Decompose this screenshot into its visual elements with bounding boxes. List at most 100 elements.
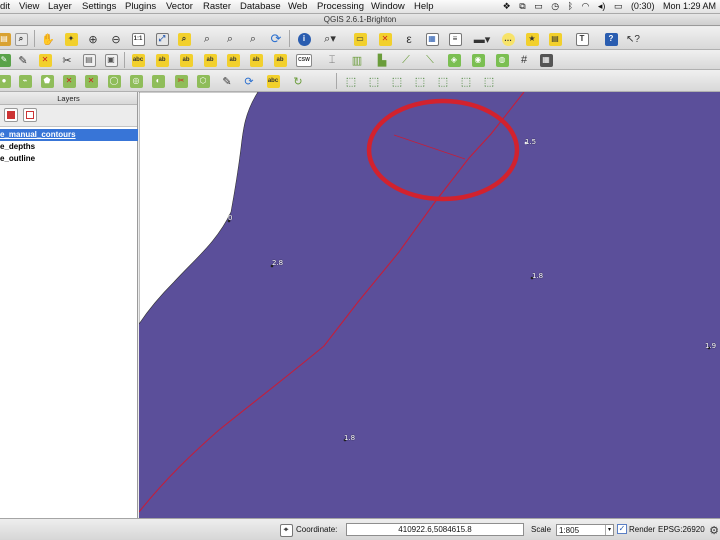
label-highlight-icon[interactable]: ab [178,52,194,68]
offset-curve-icon[interactable]: ⬚ [481,73,497,89]
merge-icon[interactable]: ⟍ [422,52,438,68]
label-rotate-icon[interactable]: ab [225,52,241,68]
render-checkbox[interactable]: ✓ [617,524,627,534]
identify-icon[interactable]: i [296,31,312,47]
help-contents-icon[interactable]: ? [603,31,619,47]
crs-status[interactable]: EPSG:26920 [658,525,705,534]
menu-window[interactable]: Window [371,1,405,12]
profile-tool-icon[interactable]: ▥ [349,52,365,68]
menu-vector[interactable]: Vector [166,1,193,12]
menu-edit[interactable]: dit [0,1,10,12]
field-calculator-icon[interactable]: ε [401,31,417,47]
crs-gear-icon[interactable]: ⚙ [706,522,720,538]
edit-pencil-icon[interactable]: ✎ [219,73,235,89]
measure-icon[interactable]: ▬▾ [474,31,491,47]
menu-processing[interactable]: Processing [317,1,364,12]
rotate-point-icon[interactable]: ↻ [290,73,306,89]
cut-features-icon[interactable]: ✂ [59,52,75,68]
split-line-icon[interactable]: ⟋ [398,52,414,68]
menu-raster[interactable]: Raster [203,1,231,12]
paste-features-icon[interactable]: ▣ [103,52,119,68]
rotate-feature-icon[interactable]: ⟳ [241,73,257,89]
capture-line-icon[interactable]: ⌁ [17,73,33,89]
coordinate-field[interactable]: 410922.6,5084615.8 [346,523,524,536]
zoom-last-icon[interactable]: ⌕ [222,31,238,47]
chevron-down-icon[interactable]: ▾ [605,525,613,535]
zoom-full-icon[interactable]: ⤢ [154,31,170,47]
label-change-icon[interactable]: ab [248,52,264,68]
display-icon[interactable]: ▭ [534,1,543,11]
menu-help[interactable]: Help [414,1,434,12]
delete-selected-icon[interactable]: ✕ [37,52,53,68]
label-show-hide-icon[interactable]: ab [272,52,288,68]
statistics-icon[interactable]: ≡ [447,31,463,47]
reverse-icon[interactable]: ◍ [494,52,510,68]
trace-icon[interactable]: ⬚ [458,73,474,89]
time-machine-icon[interactable]: ◷ [551,1,559,11]
snap-icon[interactable]: ⬚ [435,73,451,89]
move-vertex-icon[interactable]: ⬚ [412,73,428,89]
bluetooth-icon[interactable]: ᛒ [568,1,573,11]
open-project-icon[interactable]: ⌕ [13,31,29,47]
simplify-icon[interactable]: ✂ [173,73,189,89]
add-ring-icon[interactable]: ◯ [106,73,122,89]
delete-vertex-icon[interactable]: ⬚ [389,73,405,89]
map-canvas[interactable]: 1.5 0 2.8 1.8 1.9 1.8 [139,92,720,518]
text-annotation-icon[interactable]: T [574,31,590,47]
battery-icon[interactable]: ▭ [614,1,623,11]
split-parts-icon[interactable]: ⬡ [195,73,211,89]
volume-icon[interactable]: ◂) [598,1,606,11]
whats-this-icon[interactable]: ↖? [625,31,641,47]
show-bookmarks-icon[interactable]: ▤ [547,31,563,47]
label-layer-icon[interactable]: abc [130,52,146,68]
menu-layer[interactable]: Layer [48,1,72,12]
node-tool-icon[interactable]: ⬚ [343,73,359,89]
reshape-icon[interactable]: ◈ [446,52,462,68]
deselect-icon[interactable]: ✕ [377,31,393,47]
wifi-icon[interactable]: ◠ [582,1,590,11]
select-rectangle-icon[interactable]: ▭ [352,31,368,47]
sync-icon[interactable]: ⧉ [519,1,525,11]
clock[interactable]: Mon 1:29 AM [663,1,716,11]
layer-item-depths[interactable]: e_depths [0,141,138,153]
label-pin-icon[interactable]: ab [154,52,170,68]
add-vertex-icon[interactable]: ⬚ [366,73,382,89]
new-project-icon[interactable]: ▤ [0,31,12,47]
fill-ring-icon[interactable]: ◐ [150,73,166,89]
layer-item-manual-contours[interactable]: e_manual_contours [0,129,138,141]
edit-node-icon[interactable]: ✎ [15,52,31,68]
menu-web[interactable]: Web [288,1,307,12]
new-bookmark-icon[interactable]: ★ [524,31,540,47]
menu-plugins[interactable]: Plugins [125,1,156,12]
menu-view[interactable]: View [19,1,39,12]
menu-settings[interactable]: Settings [82,1,116,12]
zoom-to-layer-icon[interactable]: ⌕ [199,31,215,47]
zoom-next-icon[interactable]: ⌕ [245,31,261,47]
contour-tool-icon[interactable]: ▙ [374,52,390,68]
refresh-icon[interactable]: ⟳ [268,31,284,47]
layer-item-outline[interactable]: e_outline [0,153,138,165]
zoom-in-icon[interactable]: ⊕ [85,31,101,47]
select-features-icon[interactable]: ⌕▾ [322,31,338,47]
remove-layer-icon[interactable] [23,108,37,122]
csw-icon[interactable]: CSW [296,52,312,68]
zoom-native-icon[interactable]: 1:1 [130,31,146,47]
offset-icon[interactable]: ◉ [470,52,486,68]
delete-part-icon[interactable]: ✕ [61,73,77,89]
capture-point-icon[interactable]: ● [0,73,12,89]
copy-features-icon[interactable]: ▤ [81,52,97,68]
label-move-icon[interactable]: ab [202,52,218,68]
zoom-out-icon[interactable]: ⊖ [108,31,124,47]
delete-ring-icon[interactable]: ✕ [83,73,99,89]
capture-polygon-icon[interactable]: ⬟ [39,73,55,89]
attribute-table-icon[interactable]: ▦ [424,31,440,47]
map-tips-icon[interactable]: … [500,31,516,47]
add-group-icon[interactable] [4,108,18,122]
grid-icon[interactable]: # [516,52,532,68]
pan-hand-icon[interactable]: ✋ [40,31,56,47]
pan-to-selection-icon[interactable]: ✦ [63,31,79,47]
menu-database[interactable]: Database [240,1,281,12]
toggle-extents-icon[interactable]: ⌖ [278,522,294,538]
elevation-icon[interactable]: ⌶ [324,52,340,68]
zoom-to-selection-icon[interactable]: ⌕ [176,31,192,47]
